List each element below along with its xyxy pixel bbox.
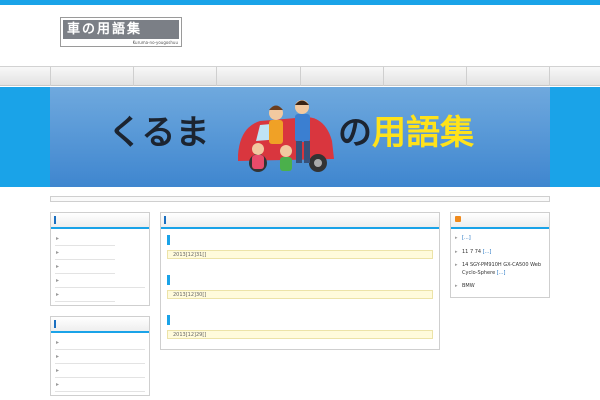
hero-banner: くるま の用語集 (0, 87, 600, 187)
post-title[interactable] (167, 275, 433, 285)
nav-item-6[interactable] (465, 67, 551, 86)
post-meta: 2013[12]31[] (167, 250, 433, 259)
recent-posts-panel: 2013[12]31[] 2013[12]30[] 2013[12]29[] (160, 212, 440, 350)
post-item: 2013[12]29[] (161, 309, 439, 349)
left-sidebar (50, 212, 150, 400)
menu-item-1[interactable] (55, 232, 115, 246)
post-meta: 2013[12]30[] (167, 290, 433, 299)
feed-item[interactable]: [...] (455, 232, 545, 246)
main-content: 2013[12]31[] 2013[12]30[] 2013[12]29[] (160, 212, 440, 360)
feed-more-link[interactable]: [...] (483, 249, 492, 255)
nav-item-4[interactable] (299, 67, 383, 86)
nav-item-5[interactable] (382, 67, 466, 86)
rss-icon (455, 216, 461, 222)
category-widget-title (51, 317, 149, 333)
hero-text-yougoshu-label: 用語集 (372, 113, 474, 153)
hero-text-no: の (338, 113, 372, 153)
recent-posts-title (161, 213, 439, 229)
post-meta: 2013[12]29[] (167, 330, 433, 339)
menu-item-2[interactable] (55, 246, 115, 260)
global-nav (0, 66, 600, 86)
nav-item-2[interactable] (133, 67, 216, 86)
logo-title: 車の用語集 (63, 20, 179, 39)
nav-item-3[interactable] (216, 67, 299, 86)
post-item: 2013[12]30[] (161, 269, 439, 309)
menu-item-3[interactable] (55, 260, 115, 274)
feed-item[interactable]: BMW (455, 280, 545, 294)
site-logo[interactable]: 車の用語集 Kuruma-no-yougoshuu (60, 17, 182, 47)
post-title[interactable] (167, 235, 433, 245)
menu-widget (50, 212, 150, 306)
content-divider-bar (50, 196, 550, 202)
feed-item-text: 11 7 74 (462, 248, 482, 255)
logo-subtitle: Kuruma-no-yougoshuu (132, 40, 178, 45)
menu-widget-title (51, 213, 149, 229)
rss-widget: [...] 11 7 74 [...] 14 SGY-PM910H GX-CA5… (450, 212, 550, 298)
rss-widget-title (451, 213, 549, 229)
post-title[interactable] (167, 315, 433, 325)
hero-text-yougoshu: の用語集 (338, 113, 474, 153)
category-widget (50, 316, 150, 396)
menu-item-4[interactable] (55, 274, 145, 288)
nav-item-home[interactable] (50, 67, 133, 86)
family-car-illustration (238, 100, 334, 172)
hero-text-kuruma: くるま (108, 113, 210, 153)
menu-item-5[interactable] (55, 288, 115, 302)
feed-item[interactable]: 14 SGY-PM910H GX-CA500 Web Cyclo-Sphere … (455, 259, 545, 280)
feed-item-text: BMW (462, 283, 475, 289)
category-item-2[interactable] (55, 350, 145, 364)
site-header: 車の用語集 Kuruma-no-yougoshuu (0, 5, 600, 65)
feed-more-link[interactable]: [...] (462, 235, 471, 241)
category-item-3[interactable] (55, 364, 145, 378)
right-sidebar: [...] 11 7 74 [...] 14 SGY-PM910H GX-CA5… (450, 212, 550, 308)
post-item: 2013[12]31[] (161, 229, 439, 269)
category-item-1[interactable] (55, 336, 145, 350)
category-item-4[interactable] (55, 378, 145, 392)
feed-more-link[interactable]: [...] (497, 270, 506, 276)
feed-item[interactable]: 11 7 74 [...] (455, 246, 545, 260)
